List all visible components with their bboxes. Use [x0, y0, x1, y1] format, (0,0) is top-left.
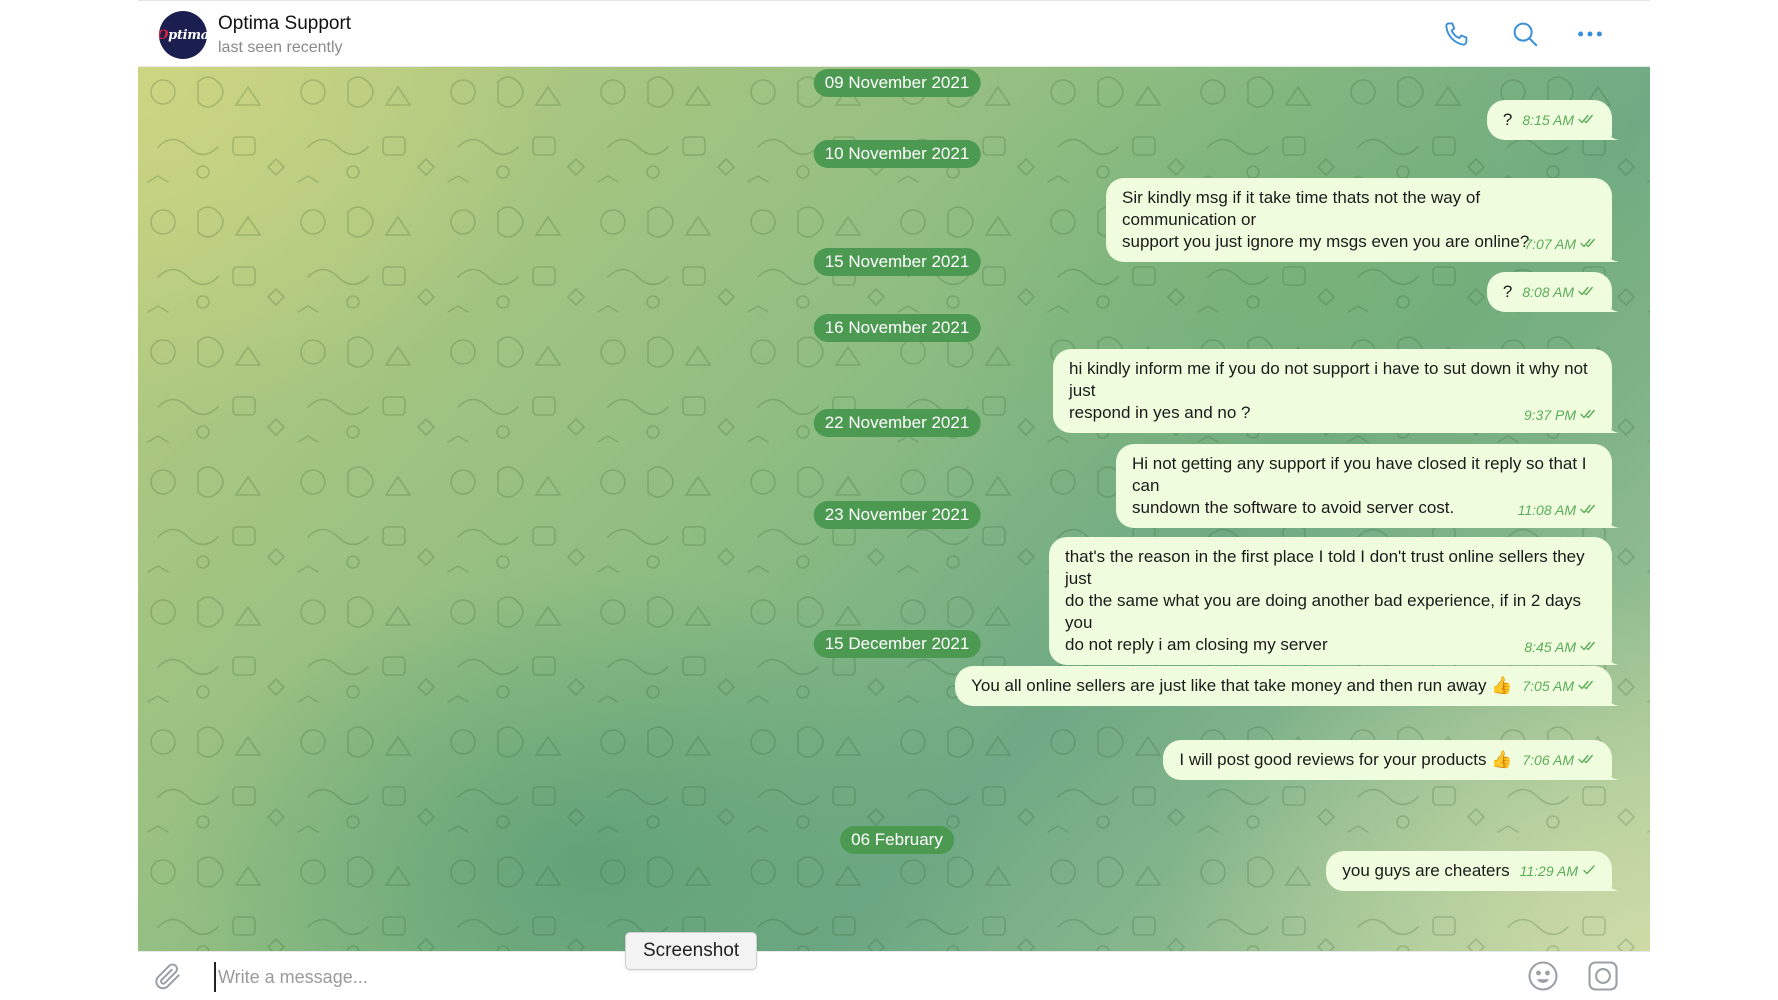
chat-window: Optima Optima Support last seen recently [138, 0, 1650, 1000]
message-text: hi kindly inform me if you do not suppor… [1069, 359, 1588, 422]
message-meta: 7:06 AM [1522, 749, 1596, 771]
chat-title[interactable]: Optima Support [218, 13, 351, 35]
message-meta: 8:15 AM [1522, 109, 1596, 131]
date-separator: 15 December 2021 [813, 630, 981, 658]
message-text: that's the reason in the first place I t… [1065, 547, 1585, 654]
message-bubble[interactable]: Hi not getting any support if you have c… [1116, 444, 1619, 528]
avatar-text: Optima [159, 27, 207, 43]
chat-status: last seen recently [218, 39, 343, 56]
double-check-icon [1578, 281, 1596, 303]
bubble-tail [1605, 298, 1619, 312]
double-check-icon [1580, 404, 1598, 426]
bubble-tail [1605, 514, 1619, 528]
message-time: 7:05 AM [1522, 678, 1574, 694]
double-check-icon [1578, 749, 1596, 771]
camera-icon[interactable] [1585, 958, 1621, 994]
bubble-tail [1605, 692, 1619, 706]
double-check-icon [1580, 233, 1598, 255]
date-separator: 09 November 2021 [813, 69, 981, 97]
message-bubble[interactable]: hi kindly inform me if you do not suppor… [1053, 349, 1619, 433]
bubble-tail [1605, 651, 1619, 665]
double-check-icon [1580, 636, 1598, 658]
bubble-tail [1605, 877, 1619, 891]
message-meta: 8:45 AM [1524, 636, 1598, 658]
paperclip-icon[interactable] [152, 960, 184, 992]
message-time: 11:29 AM [1519, 863, 1578, 879]
message-time: 9:37 PM [1523, 407, 1576, 423]
emoji-icon[interactable] [1525, 958, 1561, 994]
message-meta: 7:05 AM [1522, 675, 1596, 697]
bubble-tail [1605, 766, 1619, 780]
message-meta: 8:08 AM [1522, 281, 1596, 303]
message-bubble[interactable]: that's the reason in the first place I t… [1049, 537, 1619, 665]
message-bubble[interactable]: Sir kindly msg if it take time thats not… [1106, 178, 1619, 262]
check-icon [1582, 860, 1596, 882]
double-check-icon [1580, 499, 1598, 521]
screenshot-button[interactable]: Screenshot [625, 932, 758, 970]
message-text: I will post good reviews for your produc… [1179, 750, 1513, 769]
message-bubble[interactable]: you guys are cheaters 11:29 AM [1326, 851, 1619, 891]
date-separator: 15 November 2021 [813, 248, 981, 276]
double-check-icon [1578, 109, 1596, 131]
phone-icon[interactable] [1440, 17, 1474, 51]
message-time: 8:08 AM [1522, 284, 1574, 300]
message-time: 7:06 AM [1522, 752, 1574, 768]
message-bubble[interactable]: ? 8:15 AM [1486, 100, 1619, 140]
date-separator: 23 November 2021 [813, 501, 981, 529]
message-bubble[interactable]: You all online sellers are just like tha… [955, 666, 1619, 706]
message-text: Sir kindly msg if it take time thats not… [1122, 188, 1530, 251]
message-time: 11:08 AM [1517, 502, 1576, 518]
double-check-icon [1578, 675, 1596, 697]
message-text: ? [1502, 110, 1513, 129]
date-separator: 16 November 2021 [813, 314, 981, 342]
bubble-tail [1605, 419, 1619, 433]
message-bubble[interactable]: ? 8:08 AM [1486, 272, 1619, 312]
date-separator: 06 February [840, 826, 954, 854]
message-meta: 9:37 PM [1524, 404, 1598, 426]
bubble-tail [1605, 126, 1619, 140]
message-text: you guys are cheaters [1342, 861, 1510, 880]
chat-area[interactable]: 09 November 2021? 8:15 AM 10 November 2021… [138, 67, 1650, 951]
message-text: You all online sellers are just like tha… [971, 676, 1513, 695]
bubble-tail [1605, 248, 1619, 262]
date-separator: 10 November 2021 [813, 140, 981, 168]
message-meta: 7:07 AM [1524, 233, 1598, 255]
message-time: 7:07 AM [1524, 236, 1576, 252]
chat-header: Optima Optima Support last seen recently [138, 0, 1650, 67]
message-text: ? [1502, 282, 1513, 301]
message-meta: 11:08 AM [1518, 499, 1598, 521]
message-meta: 11:29 AM [1520, 860, 1596, 882]
avatar[interactable]: Optima [159, 11, 207, 59]
more-icon[interactable] [1573, 17, 1607, 51]
message-bubble[interactable]: I will post good reviews for your produc… [1163, 740, 1619, 780]
date-separator: 22 November 2021 [813, 409, 981, 437]
search-icon[interactable] [1508, 17, 1542, 51]
message-time: 8:15 AM [1522, 112, 1574, 128]
composer: Screenshot [138, 932, 1650, 1000]
message-time: 8:45 AM [1524, 639, 1576, 655]
